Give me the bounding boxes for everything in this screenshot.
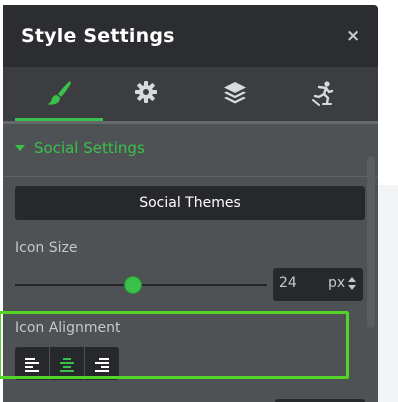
tab-bar-divider [3,121,378,124]
tab-layers[interactable] [191,67,279,121]
social-themes-button[interactable]: Social Themes [15,186,365,220]
align-center-button[interactable] [50,347,84,380]
panel-scrollbar[interactable] [367,156,375,328]
page-content-area [378,185,398,402]
icon-size-stepper[interactable] [348,277,356,293]
chevron-down-icon[interactable] [348,285,356,290]
icon-size-input[interactable]: 24 px [273,268,363,301]
align-left-icon [25,358,39,372]
gear-icon [135,81,157,103]
brush-icon [47,81,71,105]
panel-header: Style Settings × [3,5,378,67]
align-right-icon [95,358,109,372]
tab-bar [3,67,378,121]
caret-down-icon [15,145,25,151]
icon-size-unit[interactable]: px [328,275,345,291]
align-right-button[interactable] [85,347,119,380]
icon-size-slider-handle[interactable] [124,276,142,294]
section-divider [3,176,378,177]
align-left-button[interactable] [15,347,49,380]
icon-alignment-control [15,347,119,380]
layers-icon [224,82,246,104]
style-settings-panel: Style Settings × Social Settings Social … [3,5,378,402]
person-skating-icon [312,81,334,106]
icon-size-value[interactable]: 24 [279,275,297,291]
close-button[interactable]: × [346,27,360,45]
icon-alignment-label: Icon Alignment [15,320,121,336]
panel-title: Style Settings [21,25,175,47]
tab-settings[interactable] [103,67,191,121]
social-settings-section-toggle[interactable]: Social Settings [3,131,378,165]
tab-effects[interactable] [279,67,367,121]
align-center-icon [60,358,74,372]
tab-style[interactable] [15,67,103,121]
icon-size-label: Icon Size [15,240,78,256]
chevron-up-icon[interactable] [348,277,356,282]
section-title: Social Settings [34,139,145,157]
